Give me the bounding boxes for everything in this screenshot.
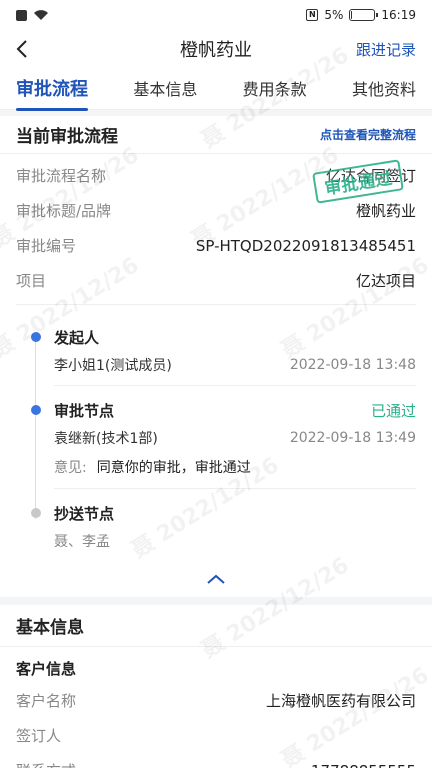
field-label: 审批标题/品牌 bbox=[16, 202, 112, 220]
field-label: 审批编号 bbox=[16, 237, 77, 255]
field-row-title-brand: 审批标题/品牌 橙帆药业 bbox=[16, 193, 416, 228]
divider bbox=[54, 488, 416, 489]
status-bar: N 5% 16:19 bbox=[0, 0, 432, 30]
clock: 16:19 bbox=[381, 8, 416, 22]
field-value: 上海橙帆医药有限公司 bbox=[265, 692, 416, 710]
nav-bar: 橙帆药业 跟进记录 bbox=[0, 30, 432, 68]
field-row-signer: 签订人 bbox=[0, 718, 432, 753]
tab-fee-terms[interactable]: 费用条款 bbox=[243, 72, 307, 106]
node-name: 审批节点 bbox=[54, 401, 115, 420]
divider bbox=[54, 385, 416, 386]
field-label: 审批流程名称 bbox=[16, 167, 107, 185]
node-time: 2022-09-18 13:48 bbox=[289, 357, 416, 373]
field-label: 签订人 bbox=[16, 727, 62, 745]
timeline-item-approve: 审批节点 已通过 袁继新(技术1部) 2022-09-18 13:49 意见: … bbox=[16, 396, 416, 489]
cc-people: 聂、李孟 bbox=[54, 534, 110, 550]
approval-section-title: 当前审批流程 bbox=[16, 127, 118, 147]
chevron-up-icon bbox=[207, 574, 225, 584]
field-row-customer-name: 客户名称 上海橙帆医药有限公司 bbox=[0, 683, 432, 718]
field-row-project: 项目 亿达项目 bbox=[16, 263, 416, 298]
node-person: 袁继新(技术1部) bbox=[54, 431, 158, 447]
opinion-row: 意见: 同意你的审批，审批通过 bbox=[54, 452, 416, 482]
battery-fill bbox=[351, 11, 353, 19]
timeline-dot bbox=[31, 508, 41, 518]
tab-other-docs[interactable]: 其他资料 bbox=[352, 72, 416, 106]
timeline-dot bbox=[31, 405, 41, 415]
field-value: 亿达项目 bbox=[355, 272, 416, 290]
opinion-text: 同意你的审批，审批通过 bbox=[96, 460, 251, 476]
timeline-head: 发起人 bbox=[54, 323, 416, 351]
timeline-item-cc: 抄送节点 聂、李孟 bbox=[16, 499, 416, 555]
tab-approval-flow[interactable]: 审批流程 bbox=[16, 71, 88, 111]
field-value: 橙帆药业 bbox=[355, 202, 416, 220]
customer-info-title: 客户信息 bbox=[16, 659, 77, 678]
basic-section-header: 基本信息 bbox=[0, 605, 432, 647]
notification-icon bbox=[16, 9, 27, 21]
field-row-flow-name: 审批流程名称 亿达合同签订 审批通过 bbox=[16, 158, 416, 204]
section-gap bbox=[0, 597, 432, 605]
timeline-row: 袁继新(技术1部) 2022-09-18 13:49 bbox=[54, 424, 416, 452]
field-label: 客户名称 bbox=[16, 692, 77, 710]
timeline-head: 抄送节点 bbox=[54, 499, 416, 527]
timeline-item-initiator: 发起人 李小姐1(测试成员) 2022-09-18 13:48 bbox=[16, 323, 416, 386]
opinion-label: 意见: bbox=[54, 460, 87, 476]
tab-basic-info[interactable]: 基本信息 bbox=[133, 72, 197, 106]
back-arrow-icon[interactable] bbox=[16, 38, 38, 60]
approval-fields: 审批流程名称 亿达合同签订 审批通过 审批标题/品牌 橙帆药业 审批编号 SP-… bbox=[16, 154, 416, 305]
field-row-contact: 联系方式 17788855555 bbox=[0, 753, 432, 768]
node-time: 2022-09-18 13:49 bbox=[289, 430, 416, 446]
status-badge: 已通过 bbox=[370, 401, 416, 420]
wifi-icon bbox=[34, 10, 48, 20]
battery-percent: 5% bbox=[324, 8, 344, 22]
nfc-icon: N bbox=[306, 9, 319, 21]
view-full-flow-link[interactable]: 点击查看完整流程 bbox=[320, 126, 416, 143]
approval-timeline: 发起人 李小姐1(测试成员) 2022-09-18 13:48 审批节点 已通过… bbox=[0, 305, 432, 561]
timeline-dot bbox=[31, 332, 41, 342]
node-name: 发起人 bbox=[54, 328, 100, 347]
status-left bbox=[16, 9, 49, 21]
follow-up-record-link[interactable]: 跟进记录 bbox=[356, 39, 416, 60]
timeline-row: 李小姐1(测试成员) 2022-09-18 13:48 bbox=[54, 351, 416, 379]
field-row-approval-no: 审批编号 SP-HTQD2022091813485451 bbox=[16, 228, 416, 263]
field-value: 17788855555 bbox=[311, 762, 416, 768]
timeline-row: 聂、李孟 bbox=[54, 527, 416, 555]
field-value: SP-HTQD2022091813485451 bbox=[195, 236, 416, 255]
field-label: 项目 bbox=[16, 272, 47, 290]
approval-section-header: 当前审批流程 点击查看完整流程 bbox=[0, 116, 432, 154]
collapse-button[interactable] bbox=[0, 561, 432, 597]
battery-icon bbox=[349, 9, 379, 21]
node-person: 李小姐1(测试成员) bbox=[54, 358, 172, 374]
basic-section-title: 基本信息 bbox=[16, 618, 84, 638]
tab-bar: 审批流程 基本信息 费用条款 其他资料 bbox=[0, 68, 432, 111]
field-label: 联系方式 bbox=[16, 760, 76, 768]
node-name: 抄送节点 bbox=[54, 504, 115, 523]
status-right: N 5% 16:19 bbox=[306, 8, 416, 22]
timeline-head: 审批节点 已通过 bbox=[54, 396, 416, 424]
